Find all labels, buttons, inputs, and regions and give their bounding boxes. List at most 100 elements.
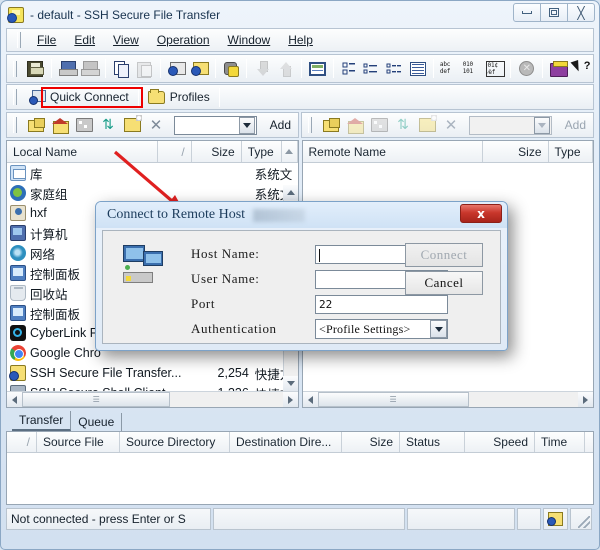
new-transfer-button[interactable] [78,57,101,80]
status-security-indicator[interactable] [543,508,568,530]
binary-transfer-button[interactable]: 010 101 [461,57,484,80]
tab-transfer[interactable]: Transfer [12,411,72,431]
column-source-file[interactable]: Source File [37,432,120,452]
maximize-button[interactable] [540,3,568,22]
column-remote-type[interactable]: Type [548,141,593,162]
details-view-button[interactable] [406,57,429,80]
scroll-left-button[interactable] [302,392,318,407]
column-sort-indicator[interactable]: / [157,141,192,162]
column-speed[interactable]: Speed [465,432,535,452]
scroll-right-button[interactable] [578,392,593,407]
local-horizontal-scrollbar[interactable]: ☰ [7,391,298,407]
column-time[interactable]: Time [535,432,585,452]
cancel-button[interactable]: Cancel [405,271,483,295]
large-icons-view-button[interactable] [338,57,361,80]
list-item[interactable]: SSH Secure Shell Client 1,336 快捷方 [7,383,298,391]
list-item[interactable]: SSH Secure File Transfer... 2,254 快捷方 [7,363,298,383]
connectbar-grip[interactable] [13,89,17,105]
column-source-directory[interactable]: Source Directory [120,432,230,452]
scroll-thumb[interactable]: ☰ [22,392,171,407]
scroll-right-button[interactable] [282,392,298,407]
local-path-dropdown-arrow[interactable] [238,116,255,134]
chevron-down-icon[interactable] [430,320,447,338]
connect-button[interactable]: Connect [405,243,483,267]
scroll-up-button[interactable] [283,185,298,200]
column-transfer-size[interactable]: Size [342,432,400,452]
port-input[interactable]: 22 [315,294,448,314]
remote-path-combo[interactable] [469,115,552,135]
disconnect-folder-button[interactable] [188,57,211,80]
auto-transfer-button[interactable]: 01¢ ⁄èf [484,57,507,80]
local-nav-grip[interactable] [13,117,17,133]
column-local-name[interactable]: Local Name [7,141,158,162]
ascii-transfer-button[interactable]: abc def [438,57,461,80]
column-scroll-up-indicator[interactable] [282,141,298,162]
download-button[interactable] [251,57,274,80]
remote-home-button[interactable] [343,114,367,136]
local-add-button[interactable]: Add [263,118,298,132]
small-icons-view-button[interactable] [361,57,384,80]
menu-operation[interactable]: Operation [148,31,219,49]
remote-add-button[interactable]: Add [558,118,593,132]
profiles-button[interactable]: Profiles [143,88,215,106]
scroll-thumb[interactable]: ☰ [317,392,469,407]
remote-nav-grip[interactable] [308,117,312,133]
quick-connect-button[interactable]: Quick Connect [24,88,134,107]
toolbar-grip[interactable] [13,60,17,77]
scroll-track[interactable]: ☰ [22,392,283,407]
context-help-button[interactable] [570,57,593,80]
scroll-track[interactable]: ☰ [317,392,579,407]
dialog-title: Connect to Remote Host [107,207,246,222]
connect-folder-button[interactable] [165,57,188,80]
menu-edit[interactable]: Edit [65,31,104,49]
local-path-combo[interactable] [174,115,257,135]
binary-transfer-icon: 010 101 [463,61,482,77]
list-item[interactable]: 库 系统文 [7,163,298,183]
tab-queue[interactable]: Queue [71,413,123,431]
remote-show-folders-button[interactable] [367,114,391,136]
list-view-button[interactable] [383,57,406,80]
remote-horizontal-scrollbar[interactable]: ☰ [302,391,593,407]
menu-grip[interactable] [17,32,21,48]
dialog-close-button[interactable]: x [460,204,502,223]
minimize-button[interactable] [513,3,541,22]
new-terminal-button[interactable] [56,57,79,80]
close-button[interactable]: ╳ [567,3,595,22]
transfer-rows[interactable] [7,453,593,504]
scroll-down-button[interactable] [283,376,298,391]
stop-button[interactable]: ✕ [515,57,538,80]
local-refresh-button[interactable]: ⇅ [96,114,120,136]
column-transfer-sort[interactable]: / [7,432,37,452]
remote-new-folder-button[interactable] [415,114,439,136]
menu-file[interactable]: File [28,31,65,49]
remote-delete-button[interactable]: ✕ [439,114,463,136]
column-local-type[interactable]: Type [241,141,283,162]
remote-up-folder-button[interactable] [319,114,343,136]
column-remote-size[interactable]: Size [482,141,549,162]
column-destination-directory[interactable]: Destination Dire... [230,432,342,452]
help-book-button[interactable] [547,57,570,80]
column-local-size[interactable]: Size [191,141,242,162]
remote-path-dropdown-arrow[interactable] [533,116,550,134]
authentication-combo[interactable]: <Profile Settings> [315,319,448,339]
menu-window[interactable]: Window [219,31,280,49]
local-delete-button[interactable]: ✕ [144,114,168,136]
list-item[interactable]: 家庭组 系统文 [7,183,298,203]
menu-view[interactable]: View [104,31,148,49]
local-home-button[interactable] [48,114,72,136]
save-button[interactable] [24,57,47,80]
copy-button[interactable] [110,57,133,80]
local-show-folders-button[interactable] [72,114,96,136]
column-status[interactable]: Status [400,432,465,452]
paste-button[interactable] [133,57,156,80]
remote-refresh-button[interactable]: ⇅ [391,114,415,136]
scroll-left-button[interactable] [7,392,22,407]
local-up-folder-button[interactable] [24,114,48,136]
local-new-folder-button[interactable] [120,114,144,136]
upload-button[interactable] [274,57,297,80]
menu-help[interactable]: Help [279,31,322,49]
settings-button[interactable] [220,57,243,80]
window-view-button[interactable] [306,57,329,80]
column-remote-name[interactable]: Remote Name [302,141,483,162]
status-resize-grip[interactable] [570,508,592,530]
